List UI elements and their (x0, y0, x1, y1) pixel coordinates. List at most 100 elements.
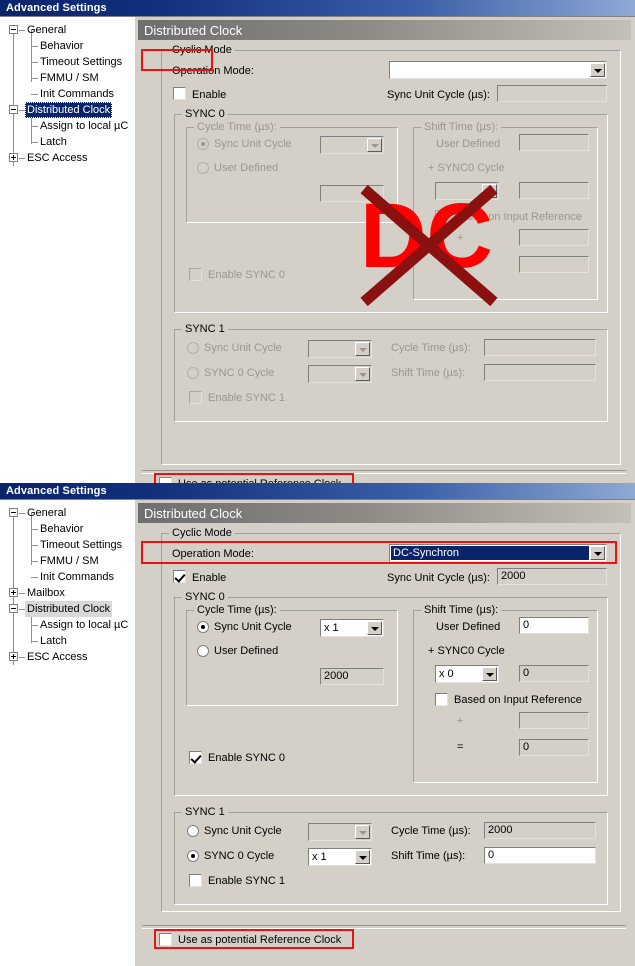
tree-item-timeout-settings[interactable]: Timeout Settings (38, 54, 124, 70)
chevron-down-icon[interactable] (355, 825, 370, 839)
sync1-sync0-cycle-radio[interactable] (187, 367, 199, 379)
operation-mode-combo[interactable] (389, 61, 607, 79)
tree-item-timeout-settings[interactable]: Timeout Settings (38, 537, 124, 553)
enable-sync0-checkbox[interactable] (189, 268, 202, 281)
tree-item-distributed-clock[interactable]: Distributed Clock (25, 102, 113, 118)
window-titlebar: Advanced Settings (0, 0, 635, 17)
sync0-shift-plus-field[interactable] (519, 229, 589, 246)
tree-item-esc-access[interactable]: ESC Access (25, 649, 90, 665)
sync0-shift-equals-field[interactable] (519, 256, 589, 273)
chevron-down-icon[interactable] (367, 138, 382, 152)
reference-clock-checkbox[interactable] (159, 933, 172, 946)
tree-item-general[interactable]: General (25, 505, 68, 521)
sync0-cycle-user-defined-radio[interactable] (197, 645, 209, 657)
sync0-cycle-sync-unit-radio[interactable] (197, 138, 209, 150)
enable-checkbox[interactable] (173, 570, 186, 583)
sync0-cycle-user-defined-field[interactable]: 2000 (320, 668, 384, 685)
based-on-input-reference-label: Based on Input Reference (454, 694, 582, 706)
tree-item-latch[interactable]: Latch (38, 633, 69, 649)
sync0-shift-user-defined-field[interactable] (519, 134, 589, 151)
chevron-down-icon[interactable] (482, 667, 497, 681)
tree-item-behavior[interactable]: Behavior (38, 521, 85, 537)
tree-toggle-general[interactable] (9, 25, 18, 34)
sync0-shift-time-caption: Shift Time (µs): (421, 604, 502, 616)
cyclic-mode-caption: Cyclic Mode (169, 527, 235, 539)
sync1-cycle-time-field[interactable]: 2000 (484, 822, 596, 839)
sync1-cycle-time-field[interactable] (484, 339, 596, 356)
chevron-down-icon[interactable] (355, 367, 370, 381)
sync0-cycle-user-defined-radio[interactable] (197, 162, 209, 174)
chevron-down-icon[interactable] (355, 342, 370, 356)
cyclic-mode-caption: Cyclic Mode (169, 44, 235, 56)
based-on-input-reference-label: Based on Input Reference (454, 211, 582, 223)
enable-sync0-checkbox[interactable] (189, 751, 202, 764)
chevron-down-icon[interactable] (355, 850, 370, 864)
sync1-shift-time-field[interactable] (484, 364, 596, 381)
chevron-down-icon[interactable] (590, 546, 605, 560)
chevron-down-icon[interactable] (482, 184, 497, 198)
sync1-sync-unit-combo[interactable] (308, 340, 372, 358)
settings-tree[interactable]: General Behavior Timeout Settings FMMU /… (0, 500, 136, 966)
enable-label: Enable (192, 572, 227, 584)
tree-item-mailbox[interactable]: Mailbox (25, 585, 67, 601)
divider (142, 925, 626, 929)
tree-toggle-esc-access[interactable] (9, 153, 18, 162)
tree-toggle-esc-access[interactable] (9, 652, 18, 661)
sync0-cycle-sync-unit-combo[interactable]: x 1 (320, 619, 384, 637)
sync1-sync-unit-radio[interactable] (187, 342, 199, 354)
sync1-sync0-cycle-combo[interactable]: x 1 (308, 848, 372, 866)
based-on-input-reference-checkbox[interactable] (435, 210, 448, 223)
sync1-sync-unit-radio[interactable] (187, 825, 199, 837)
tree-item-assign-to-local-uc[interactable]: Assign to local µC (38, 617, 130, 633)
sync1-group: SYNC 1 Sync Unit Cycle Cycle Time (µs): … (174, 806, 608, 905)
sync0-shift-user-defined-label: User Defined (436, 621, 501, 633)
sync0-shift-user-defined-label: User Defined (436, 138, 501, 150)
tree-item-init-commands[interactable]: Init Commands (38, 569, 116, 585)
tree-item-fmmu-sm[interactable]: FMMU / SM (38, 70, 101, 86)
sync0-shift-multiplier-value-field[interactable]: 0 (519, 665, 589, 682)
tree-item-esc-access[interactable]: ESC Access (25, 150, 90, 166)
enable-checkbox[interactable] (173, 87, 186, 100)
sync0-cycle-sync-unit-combo[interactable] (320, 136, 384, 154)
sync1-sync0-cycle-combo[interactable] (308, 365, 372, 383)
tree-item-behavior[interactable]: Behavior (38, 38, 85, 54)
sync0-cycle-user-defined-field[interactable] (320, 185, 384, 202)
sync1-sync0-cycle-radio[interactable] (187, 850, 199, 862)
sync0-shift-plus-field[interactable] (519, 712, 589, 729)
sync1-sync-unit-combo[interactable] (308, 823, 372, 841)
tree-toggle-distributed-clock[interactable] (9, 604, 18, 613)
enable-sync1-label: Enable SYNC 1 (208, 875, 286, 887)
sync-unit-cycle-field[interactable]: 2000 (497, 568, 607, 585)
advanced-settings-window-enabled: Advanced Settings General Behavior Timeo… (0, 483, 635, 966)
tree-item-distributed-clock[interactable]: Distributed Clock (25, 601, 113, 617)
tree-item-general[interactable]: General (25, 22, 68, 38)
settings-tree[interactable]: General Behavior Timeout Settings FMMU /… (0, 17, 136, 483)
sync-unit-cycle-label: Sync Unit Cycle (µs): (387, 572, 490, 584)
sync1-shift-time-field[interactable]: 0 (484, 847, 596, 864)
sync0-shift-multiplier-combo[interactable] (435, 182, 499, 200)
settings-content: Distributed Clock Cyclic Mode Operation … (136, 500, 635, 966)
based-on-input-reference-checkbox[interactable] (435, 693, 448, 706)
enable-sync1-checkbox[interactable] (189, 391, 202, 404)
tree-item-assign-to-local-uc[interactable]: Assign to local µC (38, 118, 130, 134)
cyclic-mode-group: Cyclic Mode Operation Mode: Enable Sync … (161, 44, 621, 465)
sync0-shift-user-defined-field[interactable]: 0 (519, 617, 589, 634)
sync0-shift-multiplier-value-field[interactable] (519, 182, 589, 199)
tree-toggle-general[interactable] (9, 508, 18, 517)
tree-toggle-distributed-clock[interactable] (9, 105, 18, 114)
enable-sync1-checkbox[interactable] (189, 874, 202, 887)
chevron-down-icon[interactable] (367, 621, 382, 635)
sync0-cycle-sync-unit-radio[interactable] (197, 621, 209, 633)
tree-toggle-mailbox[interactable] (9, 588, 18, 597)
sync0-cycle-sync-unit-label: Sync Unit Cycle (214, 138, 292, 150)
tree-item-init-commands[interactable]: Init Commands (38, 86, 116, 102)
sync1-sync-unit-label: Sync Unit Cycle (204, 825, 282, 837)
operation-mode-combo[interactable]: DC-Synchron (389, 544, 607, 562)
sync0-shift-equals-field[interactable]: 0 (519, 739, 589, 756)
chevron-down-icon[interactable] (590, 63, 605, 77)
sync0-shift-multiplier-combo[interactable]: x 0 (435, 665, 499, 683)
tree-item-fmmu-sm[interactable]: FMMU / SM (38, 553, 101, 569)
sync0-shift-equals-symbol: = (457, 741, 464, 753)
tree-item-latch[interactable]: Latch (38, 134, 69, 150)
sync-unit-cycle-field[interactable] (497, 85, 607, 102)
